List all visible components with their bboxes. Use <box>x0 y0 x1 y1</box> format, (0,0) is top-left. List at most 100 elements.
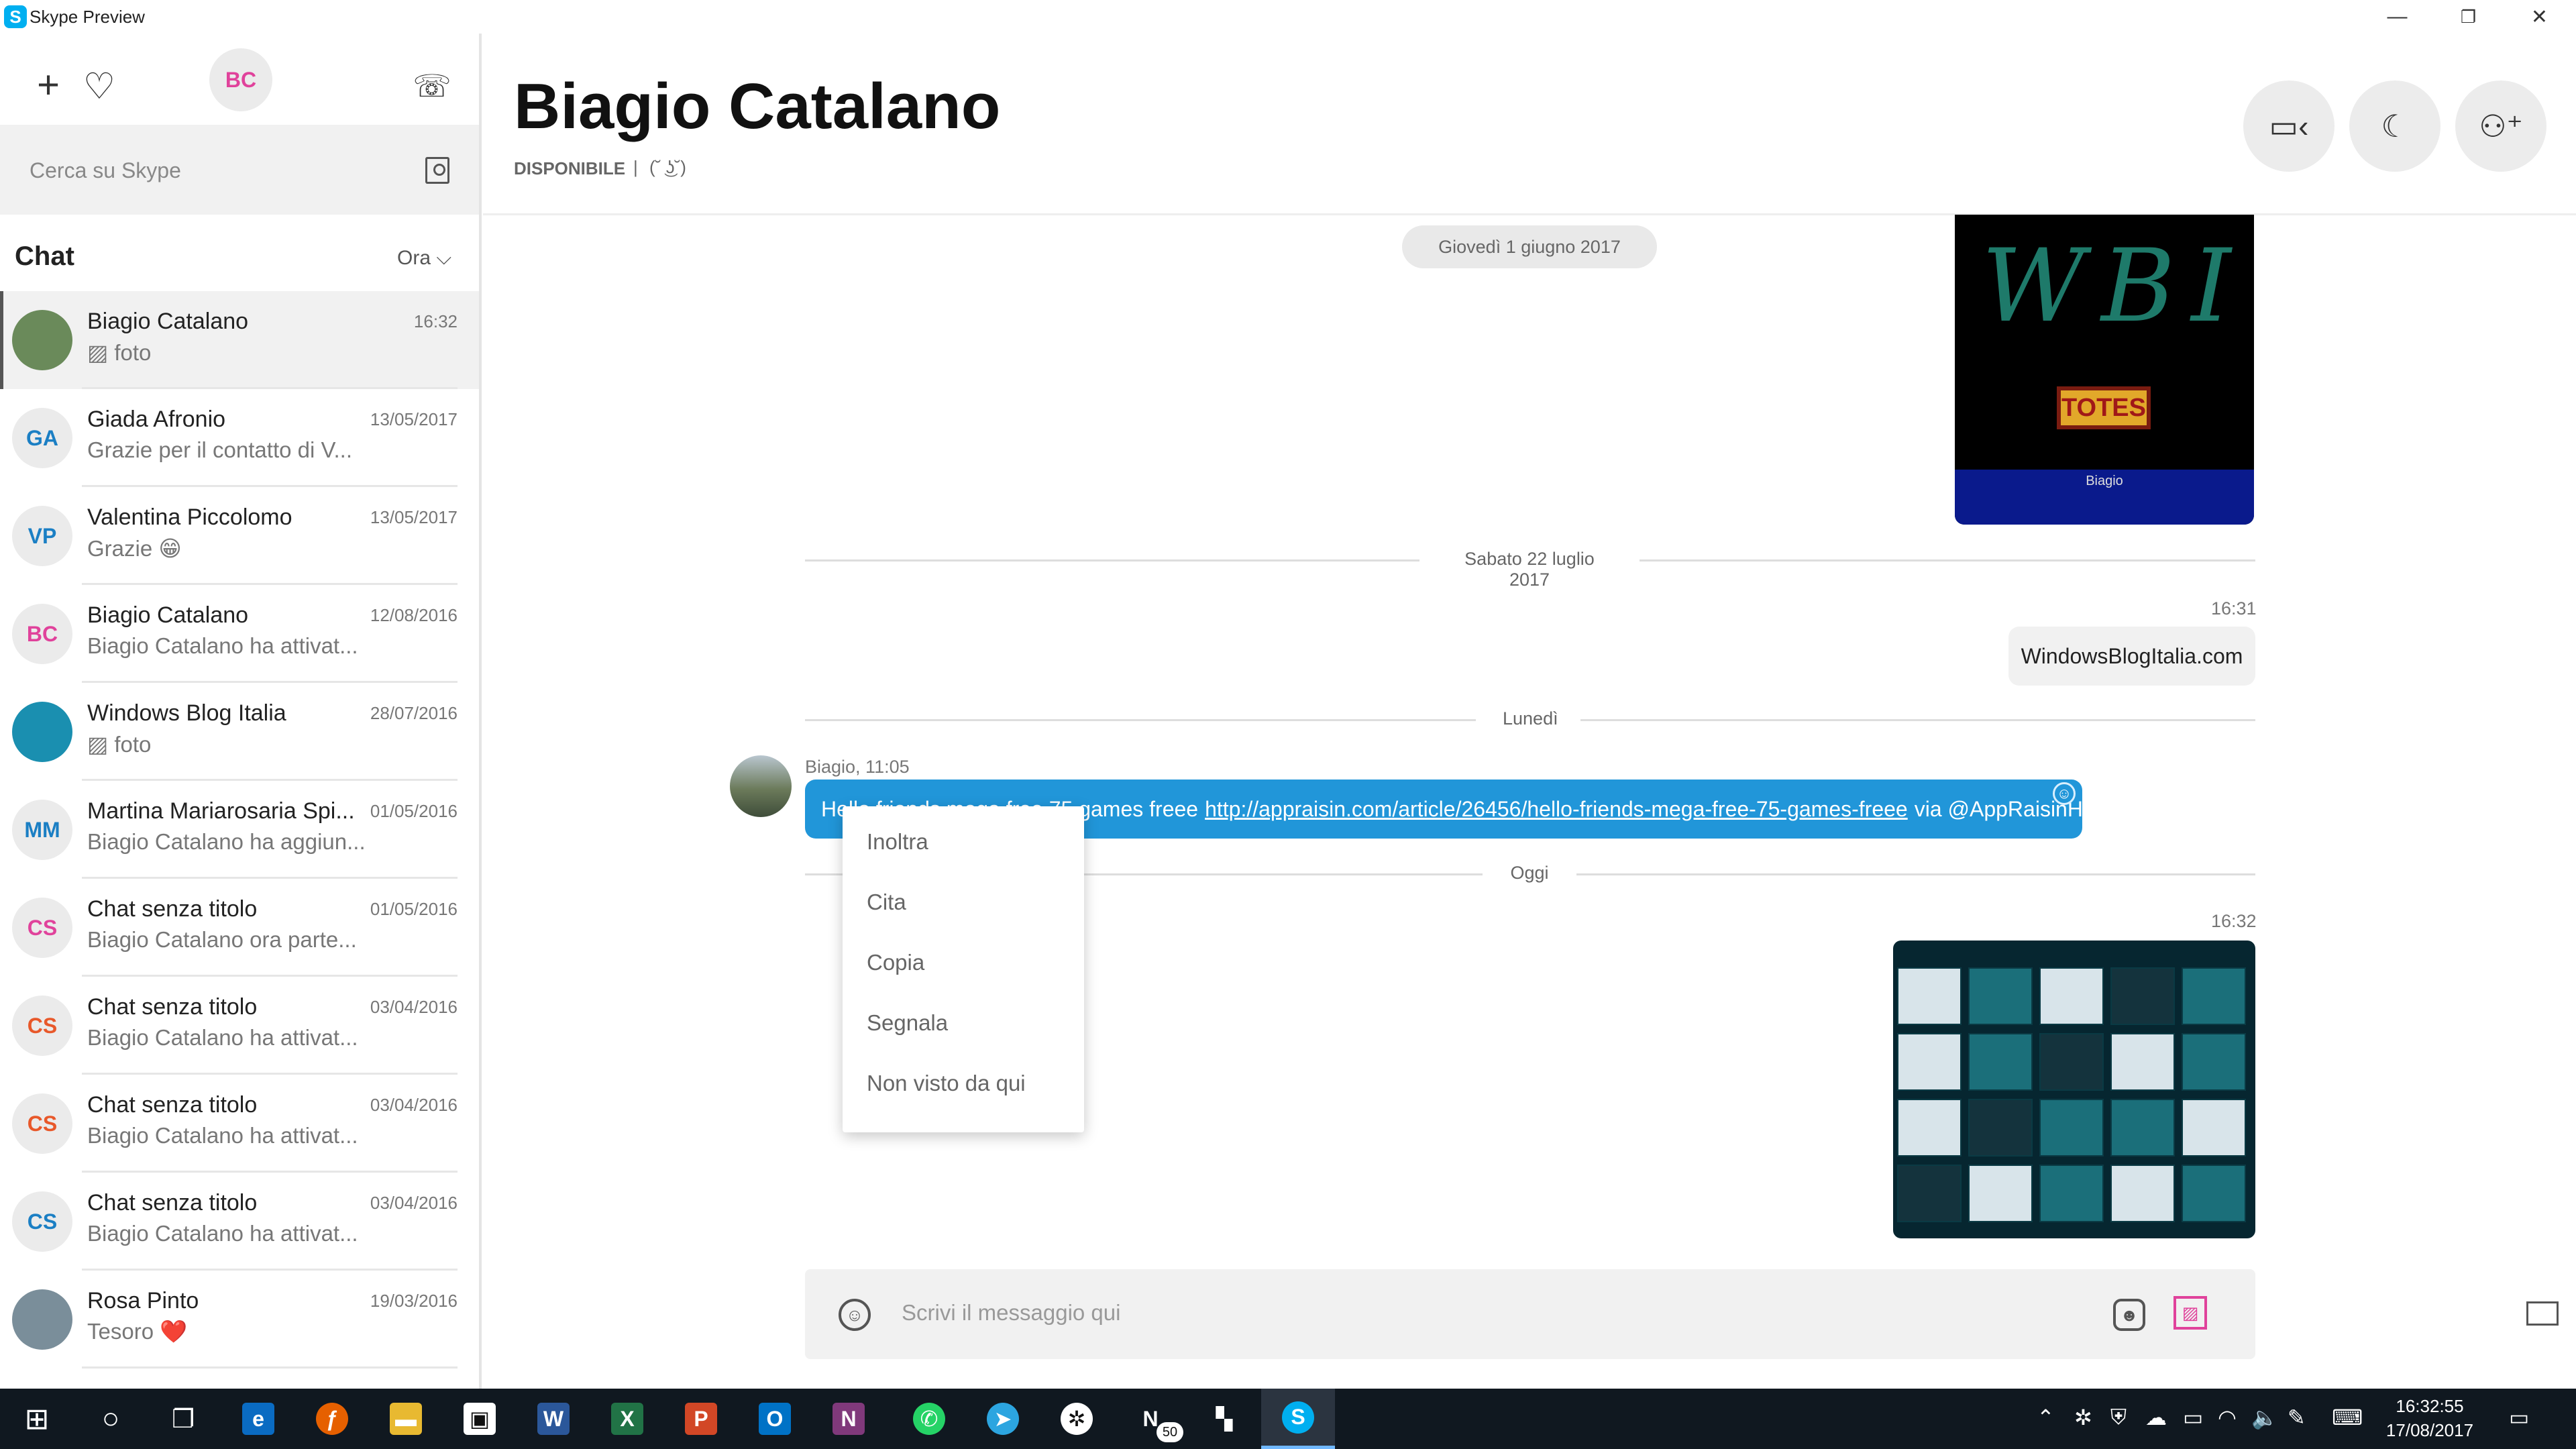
chat-list-item[interactable]: Rosa Pinto 19/03/2016 Tesoro ❤️ <box>0 1271 479 1368</box>
keyboard-icon[interactable]: ⌨ <box>2332 1405 2363 1430</box>
excel-icon[interactable]: X <box>590 1389 664 1449</box>
chat-preview: Biagio Catalano ha aggiun... <box>87 829 366 854</box>
audio-call-button[interactable]: ☾ <box>2349 80 2440 172</box>
restore-button[interactable]: ❐ <box>2430 0 2507 34</box>
context-menu-item[interactable]: Cita <box>867 890 906 915</box>
chat-list-item[interactable]: MM Martina Mariarosaria Spi... 01/05/2016 B… <box>0 781 479 879</box>
sender-avatar[interactable] <box>730 755 792 817</box>
action-center-icon[interactable]: ▭ <box>2509 1405 2529 1430</box>
chat-list-item[interactable]: CS Chat senza titolo 03/04/2016 Biagio Cata… <box>0 1075 479 1173</box>
chat-list-item[interactable]: Biagio Catalano 16:32 ▨ foto <box>0 291 479 389</box>
chat-list-item[interactable]: VP Valentina Piccolomo 13/05/2017 Grazie 😁 <box>0 487 479 585</box>
sticker-icon[interactable]: ☻ <box>2113 1299 2145 1331</box>
add-people-button[interactable]: ⚇⁺ <box>2455 80 2546 172</box>
telegram-icon[interactable]: ➤ <box>966 1389 1040 1449</box>
calls-icon[interactable]: ☏ <box>405 59 459 113</box>
chat-date: 01/05/2016 <box>370 801 458 821</box>
chat-list-item[interactable]: CS Chat senza titolo 03/04/2016 Biagio Cata… <box>0 977 479 1075</box>
side-panel-icon[interactable] <box>2526 1301 2559 1326</box>
shared-screenshot-image[interactable] <box>1893 941 2255 1238</box>
outlook-icon[interactable]: O <box>738 1389 812 1449</box>
security-shield-icon[interactable]: ⛨ <box>2110 1405 2127 1430</box>
chat-avatar: VP <box>12 506 72 566</box>
chat-avatar <box>12 310 72 370</box>
store-icon[interactable]: ▣ <box>443 1389 517 1449</box>
chat-preview: Grazie per il contatto di V... <box>87 437 352 462</box>
add-icon[interactable]: + <box>21 58 75 111</box>
chat-name: Chat senza titolo <box>87 1092 258 1118</box>
clock-date: 17/08/2017 <box>2385 1420 2474 1440</box>
edge-icon[interactable]: e <box>221 1389 295 1449</box>
powerpoint-icon[interactable]: P <box>664 1389 738 1449</box>
chat-list-item[interactable]: GA Giada Afronio 13/05/2017 Grazie per il c… <box>0 389 479 487</box>
chat-list-item[interactable]: BC Biagio Catalano 12/08/2016 Biagio Catala… <box>0 585 479 683</box>
start-icon[interactable]: ⊞ <box>0 1389 74 1449</box>
onedrive-icon[interactable]: ☁ <box>2145 1405 2167 1430</box>
chat-list-item[interactable]: Windows Blog Italia 28/07/2016 ▨ foto <box>0 683 479 781</box>
chat-avatar: CS <box>12 1093 72 1154</box>
shared-image-wbi[interactable]: WBI TOTES Biagio <box>1955 215 2254 525</box>
pen-icon[interactable]: ✎ <box>2288 1405 2306 1430</box>
chat-list-item[interactable]: CS Chat senza titolo 03/04/2016 Biagio Cata… <box>0 1173 479 1271</box>
skype-taskbar-icon[interactable]: S <box>1261 1389 1335 1449</box>
message-link[interactable]: http://appraisin.com/article/26456/hello… <box>1205 797 1908 822</box>
screenshot-tile <box>1897 1165 1962 1222</box>
close-button[interactable]: ✕ <box>2501 0 2576 34</box>
word-icon[interactable]: W <box>517 1389 590 1449</box>
context-menu-item[interactable]: Copia <box>867 950 924 975</box>
profile-avatar[interactable]: BC <box>209 48 272 111</box>
screenshot-tile <box>2110 967 2175 1025</box>
onenote-icon[interactable]: N <box>812 1389 885 1449</box>
tray-app-icon[interactable]: ✲ <box>2074 1405 2092 1430</box>
message-time: 16:31 <box>2211 598 2257 619</box>
chat-name: Martina Mariarosaria Spi... <box>87 798 355 824</box>
message-input[interactable]: Scrivi il messaggio qui <box>902 1300 1120 1326</box>
show-hidden-icons-icon[interactable]: ⌃ <box>2037 1405 2055 1430</box>
chat-list-item[interactable]: CS Chat senza titolo 01/05/2016 Biagio Cata… <box>0 879 479 977</box>
chat-preview: Biagio Catalano ha attivat... <box>87 1025 358 1050</box>
windows-blog-app-icon[interactable]: ▚ <box>1187 1389 1261 1449</box>
chat-avatar: CS <box>12 1191 72 1252</box>
sort-dropdown[interactable]: Ora ⌵ <box>397 247 451 270</box>
chat-date: 28/07/2016 <box>370 703 458 723</box>
contacts-directory-icon[interactable] <box>425 157 449 184</box>
emoji-icon[interactable]: ☺ <box>839 1299 871 1331</box>
search-bar[interactable]: Cerca su Skype <box>0 125 479 215</box>
battery-icon[interactable]: ▭ <box>2183 1405 2203 1430</box>
reaction-smiley-icon[interactable]: ☺ <box>2053 782 2076 805</box>
context-menu-item[interactable]: Non visto da qui <box>867 1071 1026 1096</box>
video-call-button[interactable]: ▭‹ <box>2243 80 2334 172</box>
screenshot-tile <box>1897 1033 1962 1091</box>
chat-date: 12/08/2016 <box>370 605 458 625</box>
screenshot-tile <box>2110 1099 2175 1157</box>
chat-avatar: CS <box>12 898 72 958</box>
cortana-icon[interactable]: ○ <box>74 1389 148 1449</box>
share-image-icon[interactable]: ▨ <box>2174 1296 2207 1330</box>
own-message-bubble[interactable]: WindowsBlogItalia.com <box>2008 627 2255 686</box>
chat-name: Chat senza titolo <box>87 896 258 922</box>
favorite-heart-icon[interactable]: ♡ <box>72 59 126 113</box>
context-menu-item[interactable]: Segnala <box>867 1010 948 1036</box>
app-icon[interactable]: ✲ <box>1040 1389 1114 1449</box>
chat-date: 03/04/2016 <box>370 1095 458 1115</box>
screenshot-tile <box>2182 1165 2246 1222</box>
task-view-icon[interactable]: ❐ <box>146 1389 220 1449</box>
minimize-button[interactable]: — <box>2359 0 2436 34</box>
chat-name: Rosa Pinto <box>87 1288 199 1313</box>
wifi-icon[interactable]: ◠ <box>2218 1405 2237 1430</box>
message-composer[interactable]: ☺ Scrivi il messaggio qui ☻ ▨ <box>805 1269 2255 1359</box>
volume-icon[interactable]: 🔈 <box>2251 1405 2278 1430</box>
chat-date: 01/05/2016 <box>370 899 458 919</box>
clock[interactable]: 16:32:55 17/08/2017 <box>2383 1394 2477 1442</box>
screenshot-tile <box>1897 967 1962 1025</box>
file-explorer-icon[interactable]: ▬ <box>369 1389 443 1449</box>
whatsapp-icon[interactable]: ✆ <box>892 1389 966 1449</box>
search-input[interactable]: Cerca su Skype <box>30 158 181 183</box>
context-menu-item[interactable]: Inoltra <box>867 829 928 855</box>
chat-avatar: BC <box>12 604 72 664</box>
news-app-icon[interactable]: N 50 <box>1114 1389 1187 1449</box>
firefox-icon[interactable]: ƒ <box>295 1389 369 1449</box>
chat-avatar: CS <box>12 996 72 1056</box>
sidebar: + ♡ BC ☏ Cerca su Skype Chat Ora ⌵ Biagi… <box>0 34 482 1389</box>
header-divider <box>483 213 2576 215</box>
